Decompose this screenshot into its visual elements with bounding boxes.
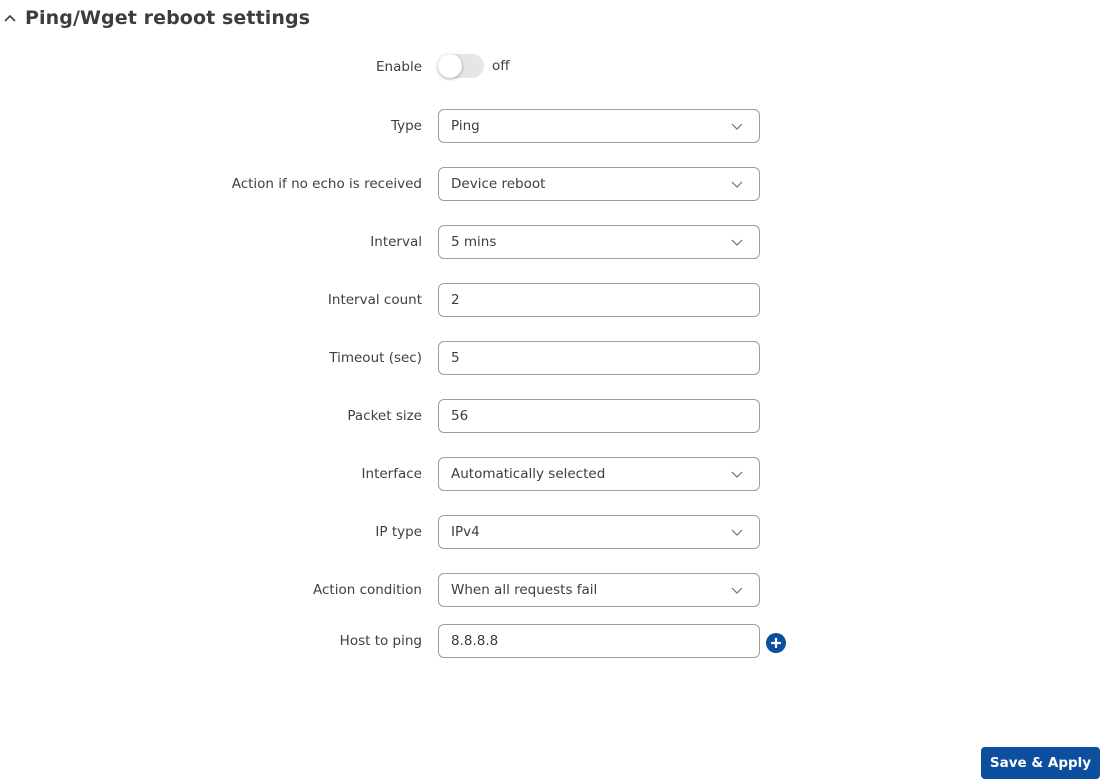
- type-select[interactable]: Ping: [438, 109, 760, 143]
- ip-type-label: IP type: [375, 524, 422, 540]
- enable-row: Enable off: [0, 50, 1102, 84]
- chevron-down-icon: [731, 587, 743, 594]
- interval-row: Interval 5 mins: [0, 225, 1102, 259]
- enable-label: Enable: [376, 59, 422, 75]
- chevron-down-icon: [731, 123, 743, 130]
- interface-row: Interface Automatically selected: [0, 457, 1102, 491]
- timeout-value: 5: [451, 350, 460, 366]
- packet-size-value: 56: [451, 408, 469, 424]
- interval-label: Interval: [370, 234, 422, 250]
- section-header[interactable]: Ping/Wget reboot settings: [0, 4, 310, 32]
- host-value: 8.8.8.8: [451, 633, 499, 649]
- enable-toggle[interactable]: [438, 54, 484, 78]
- section-title: Ping/Wget reboot settings: [25, 7, 311, 29]
- action-condition-label: Action condition: [313, 582, 422, 598]
- chevron-down-icon: [731, 471, 743, 478]
- chevron-down-icon: [731, 239, 743, 246]
- action-condition-value: When all requests fail: [451, 582, 598, 598]
- action-label: Action if no echo is received: [231, 176, 422, 192]
- type-value: Ping: [451, 118, 480, 134]
- interface-label: Interface: [361, 466, 422, 482]
- ip-type-row: IP type IPv4: [0, 515, 1102, 549]
- timeout-input[interactable]: 5: [438, 341, 760, 375]
- timeout-label: Timeout (sec): [329, 350, 422, 366]
- interval-count-row: Interval count 2: [0, 283, 1102, 317]
- type-label: Type: [390, 118, 422, 134]
- save-apply-button[interactable]: Save & Apply: [981, 747, 1100, 779]
- interval-count-label: Interval count: [327, 292, 422, 308]
- packet-size-label: Packet size: [347, 408, 422, 424]
- interval-select[interactable]: 5 mins: [438, 225, 760, 259]
- interface-select[interactable]: Automatically selected: [438, 457, 760, 491]
- toggle-knob: [438, 54, 462, 78]
- action-select[interactable]: Device reboot: [438, 167, 760, 201]
- chevron-down-icon: [731, 529, 743, 536]
- action-condition-select[interactable]: When all requests fail: [438, 573, 760, 607]
- timeout-row: Timeout (sec) 5: [0, 341, 1102, 375]
- interval-value: 5 mins: [451, 234, 497, 250]
- host-row: Host to ping 8.8.8.8: [0, 624, 1102, 658]
- action-value: Device reboot: [451, 176, 546, 192]
- ip-type-value: IPv4: [451, 524, 480, 540]
- action-row: Action if no echo is received Device reb…: [0, 167, 1102, 201]
- ip-type-select[interactable]: IPv4: [438, 515, 760, 549]
- host-label: Host to ping: [339, 633, 422, 649]
- action-condition-row: Action condition When all requests fail: [0, 573, 1102, 607]
- packet-size-row: Packet size 56: [0, 399, 1102, 433]
- host-input[interactable]: 8.8.8.8: [438, 624, 760, 658]
- interface-value: Automatically selected: [451, 466, 606, 482]
- enable-state-label: off: [492, 58, 510, 74]
- plus-circle-icon[interactable]: [766, 633, 786, 653]
- chevron-up-icon[interactable]: [1, 9, 19, 27]
- interval-count-input[interactable]: 2: [438, 283, 760, 317]
- chevron-down-icon: [731, 181, 743, 188]
- interval-count-value: 2: [451, 292, 460, 308]
- type-row: Type Ping: [0, 109, 1102, 143]
- enable-toggle-wrap: off: [438, 54, 510, 78]
- packet-size-input[interactable]: 56: [438, 399, 760, 433]
